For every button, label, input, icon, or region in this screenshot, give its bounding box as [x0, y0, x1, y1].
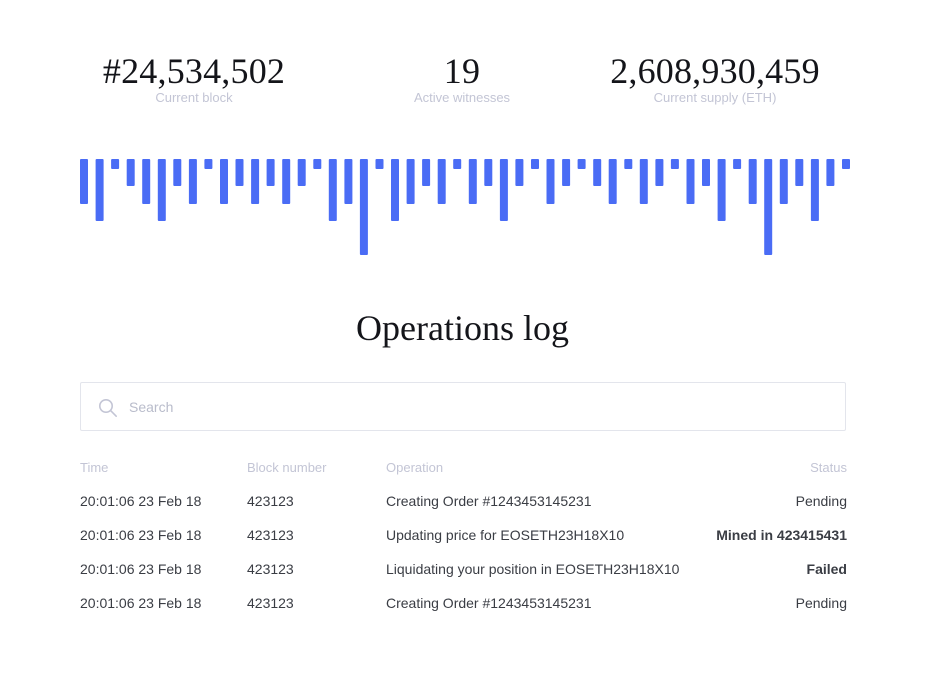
- activity-bar: [515, 159, 524, 186]
- activity-bar: [499, 159, 508, 221]
- table-header-row: Time Block number Operation Status: [80, 450, 847, 484]
- row-status: Pending: [795, 493, 847, 509]
- activity-bar: [717, 159, 726, 221]
- activity-bar: [157, 159, 166, 221]
- activity-bar: [297, 159, 306, 186]
- column-header-operation: Operation: [386, 459, 444, 475]
- block-activity-bars: [80, 159, 850, 259]
- activity-bar: [80, 159, 88, 204]
- activity-bar: [779, 159, 788, 204]
- activity-bar: [282, 159, 291, 204]
- activity-bar: [531, 159, 539, 169]
- activity-bar: [437, 159, 446, 204]
- activity-bar: [842, 159, 850, 169]
- row-operation: Creating Order #1243453145231: [386, 595, 592, 611]
- activity-bar: [546, 159, 555, 204]
- activity-bar: [593, 159, 602, 186]
- activity-bar: [562, 159, 571, 186]
- row-time: 20:01:06 23 Feb 18: [80, 493, 202, 509]
- activity-bar: [220, 159, 228, 204]
- page-title: Operations log: [356, 308, 569, 348]
- activity-bar: [810, 159, 819, 221]
- activity-bar: [484, 159, 493, 186]
- search-icon: [98, 398, 118, 418]
- row-time: 20:01:06 23 Feb 18: [80, 527, 202, 543]
- current-block-stat: #24,534,502 Current block: [44, 52, 344, 106]
- row-status: Failed: [806, 561, 847, 577]
- activity-bar: [391, 159, 399, 221]
- activity-bar: [764, 159, 773, 255]
- operations-table: Time Block number Operation Status 20:01…: [80, 450, 847, 620]
- activity-bar: [344, 159, 353, 204]
- block-activity-chart: [80, 159, 850, 255]
- activity-bar: [126, 159, 135, 186]
- row-time: 20:01:06 23 Feb 18: [80, 595, 202, 611]
- activity-bar: [670, 159, 679, 169]
- column-header-block-number: Block number: [247, 459, 327, 475]
- search-box[interactable]: [80, 382, 846, 431]
- column-header-time: Time: [80, 459, 109, 475]
- row-block-number: 423123: [247, 527, 294, 543]
- activity-bar: [406, 159, 415, 204]
- activity-bar: [639, 159, 648, 204]
- row-time: 20:01:06 23 Feb 18: [80, 561, 202, 577]
- activity-bar: [795, 159, 804, 186]
- row-operation: Creating Order #1243453145231: [386, 493, 592, 509]
- activity-bar: [188, 159, 197, 204]
- activity-bar: [577, 159, 586, 169]
- current-block-value: #24,534,502: [102, 51, 286, 91]
- activity-bar: [748, 159, 757, 204]
- activity-bar: [655, 159, 664, 186]
- current-supply-label: Current supply (ETH): [653, 90, 777, 105]
- activity-bar: [422, 159, 431, 186]
- column-header-status: Status: [810, 459, 847, 475]
- activity-bar: [173, 159, 182, 186]
- row-operation: Updating price for EOSETH23H18X10: [386, 527, 625, 543]
- table-row: 20:01:06 23 Feb 18 423123 Updating price…: [80, 518, 847, 552]
- row-block-number: 423123: [247, 561, 294, 577]
- current-block-label: Current block: [155, 90, 233, 105]
- activity-bar: [702, 159, 710, 186]
- activity-bar: [235, 159, 244, 186]
- row-operation: Liquidating your position in EOSETH23H18…: [386, 561, 680, 577]
- activity-bar: [826, 159, 835, 186]
- current-supply-stat: 2,608,930,459 Current supply (ETH): [565, 52, 865, 106]
- activity-bar: [95, 159, 104, 221]
- activity-bar: [204, 159, 213, 169]
- table-row: 20:01:06 23 Feb 18 423123 Liquidating yo…: [80, 552, 847, 586]
- table-row: 20:01:06 23 Feb 18 423123 Creating Order…: [80, 586, 847, 620]
- activity-bar: [375, 159, 384, 169]
- activity-bar: [251, 159, 260, 204]
- activity-bar: [313, 159, 322, 169]
- search-input[interactable]: [129, 391, 819, 422]
- activity-bar: [468, 159, 477, 204]
- activity-bar: [266, 159, 275, 186]
- table-row: 20:01:06 23 Feb 18 423123 Creating Order…: [80, 484, 847, 518]
- row-status: Pending: [795, 595, 847, 611]
- row-status: Mined in 423415431: [716, 527, 847, 543]
- activity-bar: [686, 159, 695, 204]
- activity-bar: [733, 159, 742, 169]
- row-block-number: 423123: [247, 493, 294, 509]
- activity-bar: [453, 159, 462, 169]
- row-block-number: 423123: [247, 595, 294, 611]
- activity-bar: [328, 159, 337, 221]
- activity-bar: [111, 159, 120, 169]
- activity-bar: [359, 159, 368, 255]
- activity-bar: [608, 159, 617, 204]
- activity-bar: [624, 159, 633, 169]
- current-supply-value: 2,608,930,459: [610, 51, 820, 91]
- activity-bar: [142, 159, 151, 204]
